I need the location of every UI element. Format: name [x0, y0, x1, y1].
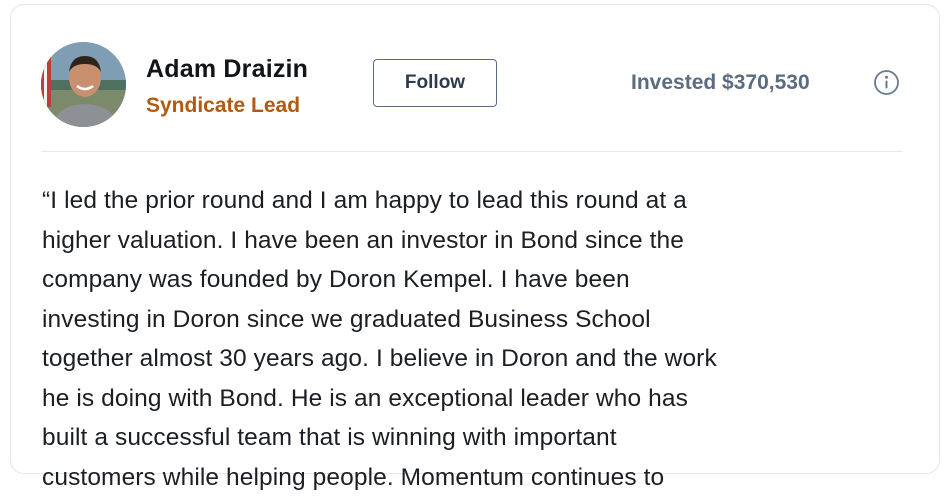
quote-line: together almost 30 years ago. I believe …: [42, 345, 717, 372]
divider: [41, 151, 903, 152]
quote-line: “I led the prior round and I am happy to…: [42, 187, 687, 214]
follow-button[interactable]: Follow: [373, 59, 497, 107]
invested-amount: Invested $370,530: [631, 71, 810, 94]
quote-line: built a successful team that is winning …: [42, 424, 617, 451]
lead-quote: “I led the prior round and I am happy to…: [42, 181, 922, 497]
quote-line: investing in Doron since we graduated Bu…: [42, 305, 651, 333]
quote-line: company was founded by Doron Kempel. I h…: [42, 266, 630, 293]
quote-line: he is doing with Bond. He is an exceptio…: [42, 384, 688, 412]
lead-name[interactable]: Adam Draizin: [146, 55, 308, 84]
info-icon[interactable]: [873, 69, 900, 96]
quote-line: higher valuation. I have been an investo…: [42, 226, 684, 254]
lead-role: Syndicate Lead: [146, 94, 301, 117]
avatar-photo: [41, 42, 126, 127]
syndicate-lead-card: Adam Draizin Syndicate Lead Follow Inves…: [10, 4, 940, 491]
avatar[interactable]: [41, 42, 126, 127]
quote-line: customers while helping people. Momentum…: [42, 463, 665, 491]
